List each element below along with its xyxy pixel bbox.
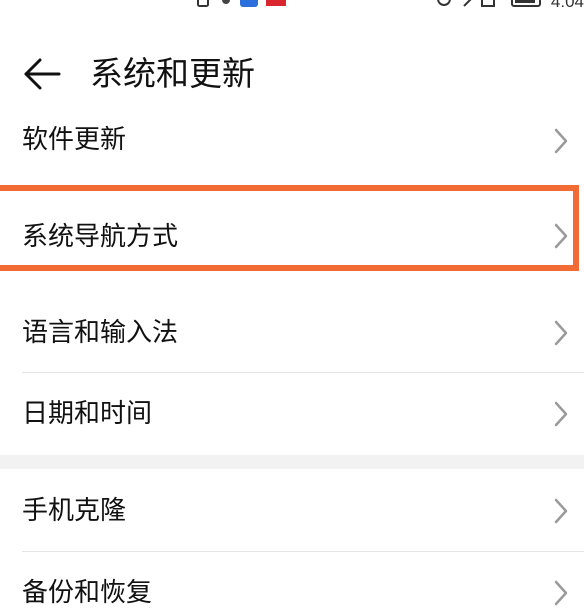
list-item-label: 软件更新 <box>22 125 127 155</box>
chevron-right-icon <box>554 320 568 346</box>
list-item-date-time[interactable]: 日期和时间 <box>0 373 584 455</box>
page-title: 系统和更新 <box>90 54 255 93</box>
list-item-phone-clone[interactable]: 手机克隆 <box>0 469 584 551</box>
back-arrow-icon[interactable] <box>22 56 62 92</box>
system-status-icons <box>437 0 541 7</box>
list-item-software-update[interactable]: 软件更新 <box>0 112 584 172</box>
settings-screen: 4:04 系统和更新 软件更新 系统导航方式 语言和输入法 日期和时间 手机克隆… <box>0 0 584 615</box>
chevron-right-icon <box>554 498 568 524</box>
list-item-label: 日期和时间 <box>22 399 153 429</box>
chevron-right-icon <box>554 128 568 154</box>
chevron-right-icon <box>554 401 568 427</box>
top-app-bar: 系统和更新 <box>0 44 584 104</box>
chevron-right-icon <box>554 223 568 249</box>
list-item-language-input[interactable]: 语言和输入法 <box>0 292 584 372</box>
section-gap <box>0 455 584 469</box>
list-item-system-navigation[interactable]: 系统导航方式 <box>0 191 584 267</box>
notification-icons <box>197 0 286 7</box>
status-bar: 4:04 <box>0 0 584 14</box>
list-item-label: 备份和恢复 <box>22 578 153 608</box>
list-item-label: 手机克隆 <box>22 496 127 526</box>
status-time: 4:04 <box>550 0 584 11</box>
list-item-label: 系统导航方式 <box>22 222 179 252</box>
chevron-right-icon <box>554 580 568 606</box>
list-item-label: 语言和输入法 <box>22 318 179 348</box>
list-item-backup-restore[interactable]: 备份和恢复 <box>0 552 584 615</box>
